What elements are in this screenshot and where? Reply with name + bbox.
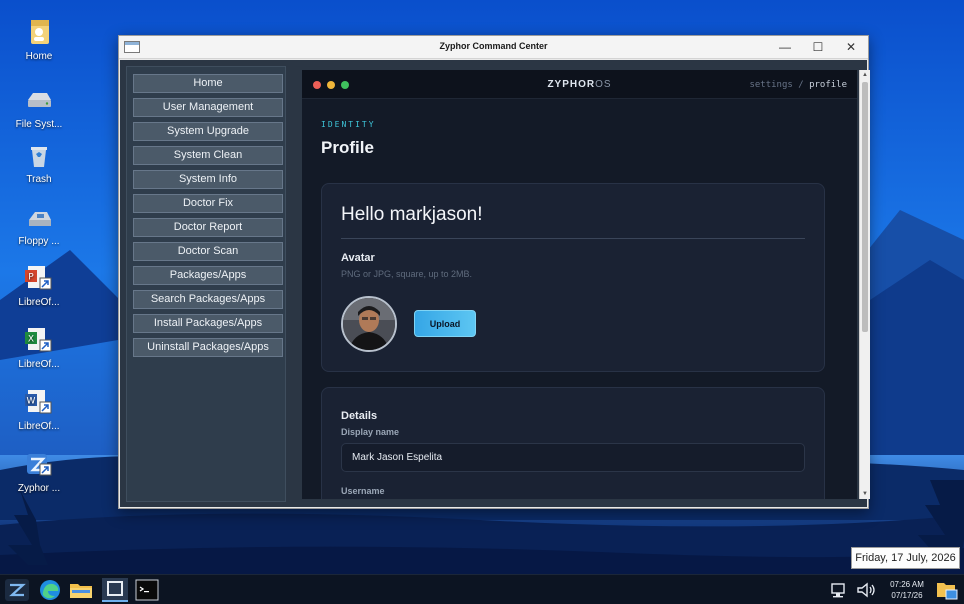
desktop-icon-label: LibreOf... — [18, 359, 60, 370]
card-divider — [341, 238, 805, 239]
clock-date[interactable]: 07/17/26 — [886, 591, 928, 601]
brand-suffix: OS — [595, 79, 612, 90]
avatar-card: Hello markjason! Avatar PNG or JPG, squa… — [321, 183, 825, 372]
maximize-button[interactable]: ☐ — [801, 36, 835, 58]
desktop-icon-libreoffice-writer[interactable]: W LibreOf... — [6, 388, 72, 433]
window-titlebar[interactable]: Zyphor Command Center — ☐ ✕ — [119, 36, 868, 59]
avatar-hint: PNG or JPG, square, up to 2MB. — [341, 269, 473, 279]
edge-browser-icon[interactable] — [37, 578, 63, 602]
nav-system-upgrade-button[interactable]: System Upgrade — [133, 122, 283, 141]
home-folder-icon — [25, 18, 53, 46]
brand-main: ZYPHOR — [547, 79, 596, 90]
trash-icon — [25, 141, 53, 169]
profile-webview: ZYPHOROS settings / profile IDENTITY Pro… — [302, 70, 857, 499]
desktop-icon-label: LibreOf... — [18, 421, 60, 432]
nav-packages-apps-button[interactable]: Packages/Apps — [133, 266, 283, 285]
date-tooltip: Friday, 17 July, 2026 — [851, 547, 960, 569]
command-center-taskbar-button[interactable] — [102, 578, 128, 602]
nav-search-packages-button[interactable]: Search Packages/Apps — [133, 290, 283, 309]
avatar-heading: Avatar — [341, 252, 375, 264]
desktop-icon-label: Zyphor ... — [17, 483, 61, 494]
desktop-icon-label: Trash — [26, 174, 52, 185]
window-title: Zyphor Command Center — [439, 41, 548, 51]
svg-text:P: P — [28, 273, 34, 283]
nav-doctor-scan-button[interactable]: Doctor Scan — [133, 242, 283, 261]
details-heading: Details — [341, 410, 378, 422]
nav-doctor-fix-button[interactable]: Doctor Fix — [133, 194, 283, 213]
show-desktop-icon[interactable] — [934, 578, 960, 602]
desktop-icon-zyphor[interactable]: Zyphor ... — [6, 450, 72, 495]
desktop-icon-libreoffice-calc[interactable]: X LibreOf... — [6, 326, 72, 371]
close-button[interactable]: ✕ — [834, 36, 868, 58]
zyphor-shortcut-icon — [25, 450, 53, 478]
desktop-icon-label: Floppy ... — [18, 236, 60, 247]
svg-text:X: X — [28, 335, 34, 345]
nav-system-info-button[interactable]: System Info — [133, 170, 283, 189]
terminal-icon[interactable] — [134, 578, 160, 602]
taskbar: 07:26 AM 07/17/26 — [0, 574, 964, 604]
app-window: Zyphor Command Center — ☐ ✕ Home User Ma… — [118, 35, 870, 509]
sidebar-nav: Home User Management System Upgrade Syst… — [126, 66, 286, 502]
svg-text:W: W — [27, 397, 36, 407]
details-card: Details Display name Mark Jason Espelita… — [321, 387, 825, 499]
section-eyebrow: IDENTITY — [321, 120, 376, 129]
desktop-icon-label: LibreOf... — [18, 297, 60, 308]
avatar — [341, 296, 397, 352]
desktop-icon-libreoffice-impress[interactable]: P LibreOf... — [6, 264, 72, 309]
breadcrumb-current: profile — [809, 80, 847, 90]
greeting-heading: Hello markjason! — [341, 204, 483, 225]
impress-shortcut-icon: P — [25, 264, 53, 292]
page-title: Profile — [321, 138, 374, 157]
scroll-down-arrow-icon[interactable]: ▼ — [860, 489, 870, 499]
nav-user-management-button[interactable]: User Management — [133, 98, 283, 117]
webview-scrollbar[interactable]: ▲ ▼ — [859, 70, 870, 499]
display-name-label: Display name — [341, 427, 400, 437]
calc-shortcut-icon: X — [25, 326, 53, 354]
clock-time[interactable]: 07:26 AM — [886, 580, 928, 590]
upload-avatar-button[interactable]: Upload — [414, 310, 476, 337]
volume-icon[interactable] — [853, 578, 879, 602]
breadcrumb-separator: / — [798, 80, 804, 90]
webview-header: ZYPHOROS settings / profile — [302, 70, 857, 99]
scrollbar-thumb[interactable] — [862, 82, 868, 332]
network-icon[interactable] — [825, 578, 851, 602]
writer-shortcut-icon: W — [25, 388, 53, 416]
display-name-field[interactable]: Mark Jason Espelita — [341, 443, 805, 472]
desktop-icon-trash[interactable]: Trash — [6, 141, 72, 186]
nav-doctor-report-button[interactable]: Doctor Report — [133, 218, 283, 237]
nav-system-clean-button[interactable]: System Clean — [133, 146, 283, 165]
username-label: Username — [341, 486, 385, 496]
desktop-icon-filesystem[interactable]: File Syst... — [6, 86, 72, 131]
breadcrumb: settings / profile — [749, 80, 847, 90]
desktop-icon-home[interactable]: Home — [6, 18, 72, 63]
desktop-icon-label: File Syst... — [15, 119, 63, 130]
file-manager-icon[interactable] — [68, 578, 94, 602]
nav-home-button[interactable]: Home — [133, 74, 283, 93]
minimize-button[interactable]: — — [768, 36, 802, 58]
desktop-icon-floppy[interactable]: Floppy ... — [6, 203, 72, 248]
drive-icon — [25, 86, 53, 114]
breadcrumb-settings[interactable]: settings — [749, 80, 792, 90]
desktop-icon-label: Home — [25, 51, 53, 62]
scroll-up-arrow-icon[interactable]: ▲ — [860, 70, 870, 80]
start-menu-button[interactable] — [4, 578, 30, 602]
window-client-area: Home User Management System Upgrade Syst… — [120, 60, 870, 507]
floppy-icon — [25, 203, 53, 231]
nav-install-packages-button[interactable]: Install Packages/Apps — [133, 314, 283, 333]
nav-uninstall-packages-button[interactable]: Uninstall Packages/Apps — [133, 338, 283, 357]
